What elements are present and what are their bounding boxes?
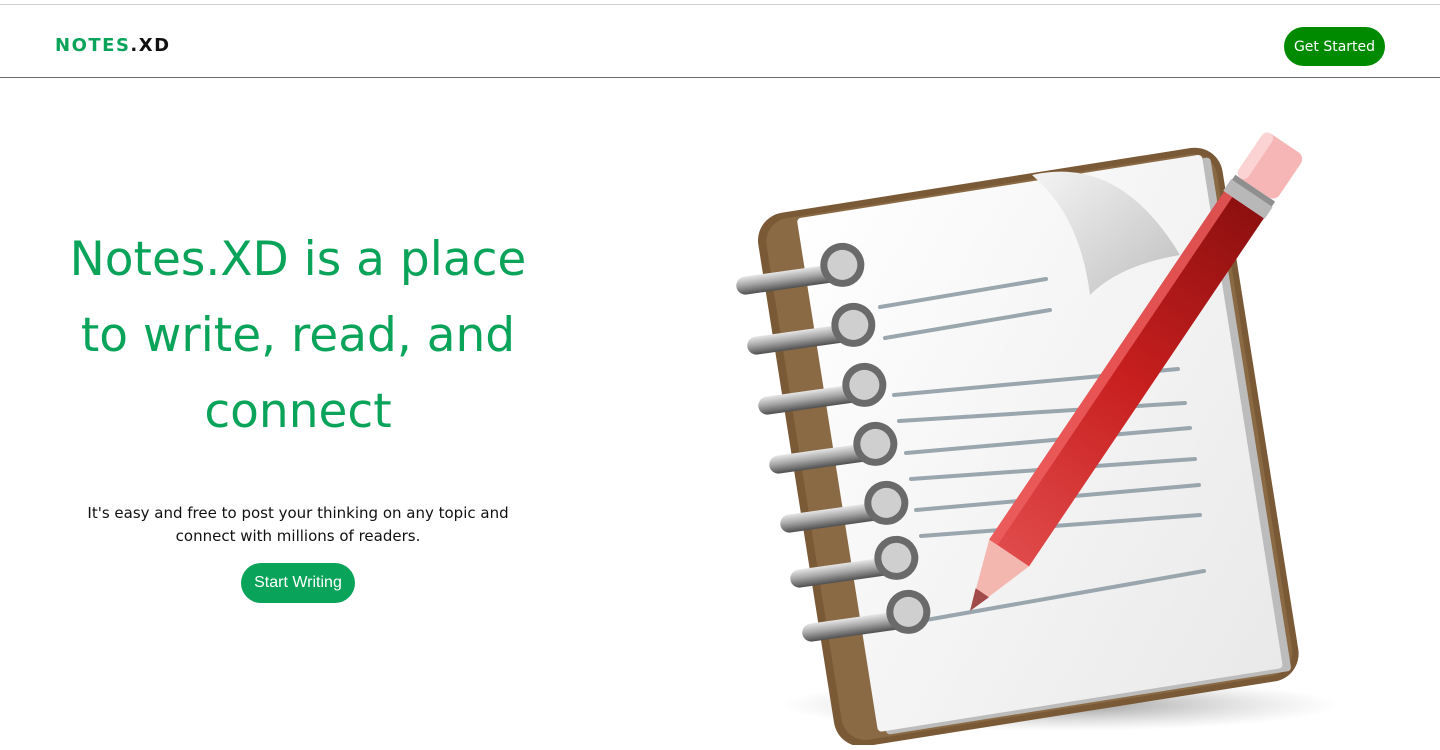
- hero-title-line: connect: [204, 384, 392, 439]
- hero-title-line: to write, read, and: [80, 308, 516, 363]
- hero-subtitle-line: connect with millions of readers.: [175, 527, 421, 545]
- get-started-button[interactable]: Get Started: [1284, 27, 1385, 66]
- notepad-with-pencil-icon: [720, 95, 1340, 747]
- hero-subtitle-line: It's easy and free to post your thinking…: [87, 504, 509, 522]
- logo-brand: NOTES: [55, 35, 131, 56]
- logo-dot: .: [130, 35, 139, 56]
- hero-title-line: Notes.XD is a place: [69, 232, 527, 287]
- navbar: NOTES.XD Get Started: [0, 5, 1440, 78]
- site-logo[interactable]: NOTES.XD: [55, 35, 171, 57]
- hero-subtitle: It's easy and free to post your thinking…: [60, 502, 536, 548]
- start-writing-button[interactable]: Start Writing: [241, 563, 355, 603]
- logo-suffix: XD: [138, 35, 171, 56]
- hero-title: Notes.XD is a place to write, read, and …: [40, 222, 556, 450]
